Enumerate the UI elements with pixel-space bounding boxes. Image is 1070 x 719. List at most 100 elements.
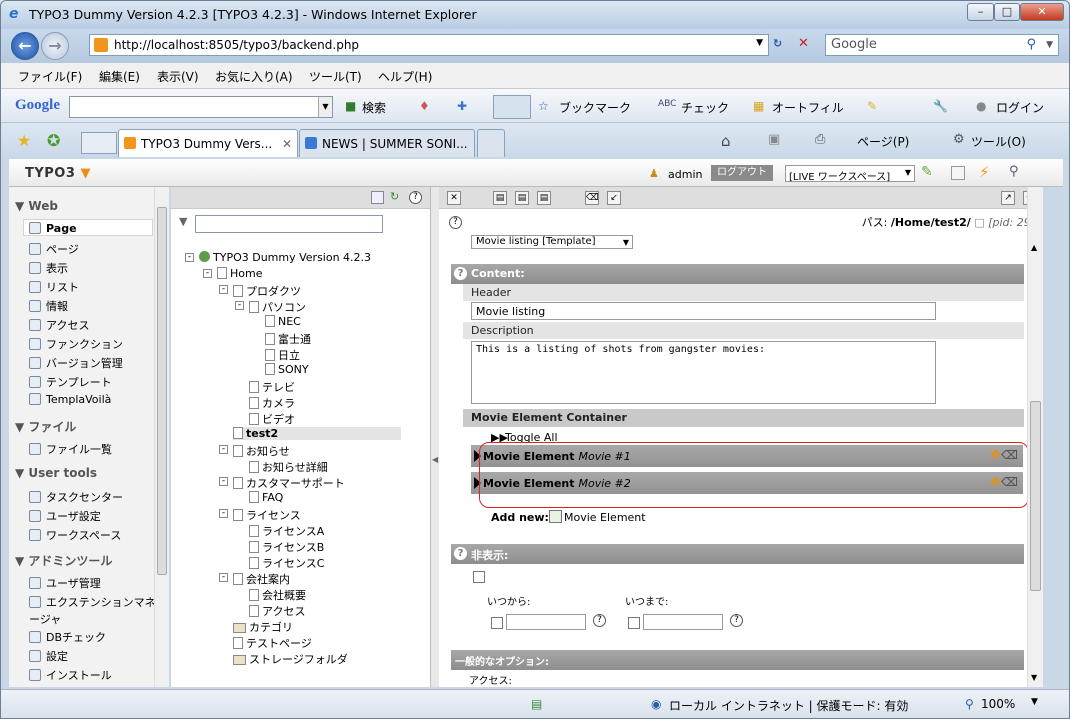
popup-blocker-icon[interactable]: ♦ xyxy=(419,99,430,113)
tab-close-icon[interactable]: ✕ xyxy=(282,137,292,151)
autofill-button[interactable]: オートフィル xyxy=(772,99,844,116)
back-button[interactable]: ← xyxy=(11,32,39,60)
highlighter-icon[interactable]: ✎ xyxy=(867,99,877,113)
tree-toggle-icon[interactable]: - xyxy=(185,253,194,262)
tree-filter-input[interactable] xyxy=(195,215,383,233)
bookmarks-button[interactable]: ブックマーク xyxy=(559,99,631,116)
forward-button[interactable]: → xyxy=(41,32,69,60)
module-user-admin[interactable]: ユーザ管理 xyxy=(29,575,101,591)
module-functions[interactable]: ファンクション xyxy=(29,336,123,352)
tree-node[interactable]: 会社案内 xyxy=(233,571,290,587)
menu-view[interactable]: 表示(V) xyxy=(157,68,199,85)
tree-node[interactable]: SONY xyxy=(265,363,309,376)
module-page[interactable]: Page xyxy=(29,222,77,235)
workspace-icon[interactable]: ✎ xyxy=(921,164,933,180)
tab-news[interactable]: NEWS | SUMMER SONI... xyxy=(299,129,475,157)
module-workspace[interactable]: ワークスペース xyxy=(29,527,121,543)
tree-node[interactable]: カテゴリ xyxy=(233,619,293,635)
module-taskcenter[interactable]: タスクセンター xyxy=(29,489,123,505)
add-movie-element-link[interactable]: Movie Element xyxy=(564,511,646,524)
tree-toggle-icon[interactable]: - xyxy=(219,573,228,582)
tree-toggle-icon[interactable]: - xyxy=(219,285,228,294)
endtime-input[interactable] xyxy=(643,614,723,630)
print-icon[interactable]: ⎙ xyxy=(815,132,825,147)
starttime-input[interactable] xyxy=(506,614,586,630)
module-info[interactable]: 情報 xyxy=(29,298,68,314)
send-to-button[interactable] xyxy=(493,95,531,119)
module-templavoila[interactable]: TemplaVoilà xyxy=(29,393,111,406)
wrench-icon[interactable]: 🔧 xyxy=(933,99,948,113)
section-file[interactable]: ▼ ファイル xyxy=(15,418,76,435)
tree-node[interactable]: 会社概要 xyxy=(249,587,306,603)
module-access[interactable]: アクセス xyxy=(29,317,89,333)
module-user-settings[interactable]: ユーザ設定 xyxy=(29,508,101,524)
menu-edit[interactable]: 編集(E) xyxy=(99,68,140,85)
tree-node[interactable]: ライセンスB xyxy=(249,539,324,555)
content-scrollbar[interactable]: ▲ ▼ xyxy=(1027,187,1043,687)
login-button[interactable]: ログイン xyxy=(996,99,1044,116)
quick-tabs-button[interactable] xyxy=(81,132,117,154)
tree-node[interactable]: FAQ xyxy=(249,491,283,504)
tree-toggle-icon[interactable]: - xyxy=(203,269,212,278)
minimize-button[interactable]: – xyxy=(967,3,994,21)
save-view-icon[interactable]: ▤ xyxy=(515,191,529,205)
feeds-icon[interactable]: ▣ xyxy=(768,132,780,147)
zoom-level[interactable]: 100% xyxy=(981,697,1015,711)
module-filelist[interactable]: ファイル一覧 xyxy=(29,441,112,457)
template-select[interactable]: Movie listing [Template] ▼ xyxy=(471,235,633,249)
google-dropdown-icon[interactable]: ▼ xyxy=(318,97,332,117)
workspace-select[interactable]: [LIVE ワークスペース] ▼ xyxy=(785,165,915,183)
clear-cache-icon[interactable]: ⚡ xyxy=(979,163,990,181)
save-icon[interactable]: ▤ xyxy=(493,191,507,205)
starttime-checkbox[interactable] xyxy=(491,617,503,629)
tree-node[interactable]: カスタマーサポート xyxy=(233,475,345,491)
favorites-star-icon[interactable]: ★ xyxy=(17,131,31,150)
maximize-button[interactable]: □ xyxy=(994,3,1020,21)
save-close-icon[interactable]: ▤ xyxy=(537,191,551,205)
tree-node[interactable]: Home xyxy=(217,267,262,280)
tree-node[interactable]: パソコン xyxy=(249,299,306,315)
header-input[interactable]: Movie listing xyxy=(471,302,936,320)
module-extension-manager[interactable]: エクステンションマネージャ xyxy=(29,594,157,628)
open-new-window-icon[interactable]: ↗ xyxy=(1001,191,1015,205)
menu-file[interactable]: ファイル(F) xyxy=(18,68,82,85)
url-dropdown-icon[interactable]: ▼ xyxy=(756,38,763,48)
tree-node[interactable]: お知らせ xyxy=(233,443,290,459)
plus-icon[interactable]: ✚ xyxy=(457,99,467,113)
description-textarea[interactable]: This is a listing of shots from gangster… xyxy=(471,341,936,404)
add-favorite-icon[interactable]: ✪ xyxy=(47,131,60,150)
menu-favorites[interactable]: お気に入り(A) xyxy=(215,68,293,85)
search-dropdown-icon[interactable]: ▼ xyxy=(1046,40,1053,50)
module-view[interactable]: 表示 xyxy=(29,260,68,276)
tree-node[interactable]: ビデオ xyxy=(249,411,295,427)
section-user-tools[interactable]: ▼ User tools xyxy=(15,466,97,480)
url-input[interactable]: http://localhost:8505/typo3/backend.php … xyxy=(89,34,769,56)
context-help-icon[interactable]: ? xyxy=(449,216,462,229)
tree-node[interactable]: テレビ xyxy=(249,379,295,395)
add-element-icon[interactable] xyxy=(549,510,562,523)
refresh-icon[interactable]: ↻ xyxy=(773,37,782,50)
google-search-button[interactable]: 検索 xyxy=(362,99,386,116)
close-doc-icon[interactable]: ✕ xyxy=(447,191,461,205)
tree-root[interactable]: TYPO3 Dummy Version 4.2.3 xyxy=(199,251,371,264)
module-dbcheck[interactable]: DBチェック xyxy=(29,629,106,645)
scroll-thumb[interactable] xyxy=(1030,401,1041,591)
refresh-tree-icon[interactable]: ↻ xyxy=(390,190,399,203)
search-input[interactable]: Google ⚲ ▼ xyxy=(825,34,1059,56)
page-menu[interactable]: ページ(P) xyxy=(857,133,909,150)
panel-splitter[interactable]: ◀ xyxy=(431,187,439,687)
delete-icon[interactable]: ⌫ xyxy=(585,191,599,205)
module-configuration[interactable]: 設定 xyxy=(29,648,68,664)
logout-button[interactable]: ログアウト xyxy=(711,165,773,181)
module-install[interactable]: インストール xyxy=(29,667,112,683)
tree-node[interactable]: ライセンス xyxy=(233,507,301,523)
zoom-dropdown-icon[interactable]: ▼ xyxy=(1031,697,1038,707)
section-web[interactable]: ▼ Web xyxy=(15,199,58,213)
tree-node[interactable]: NEC xyxy=(265,315,301,328)
menu-tools[interactable]: ツール(T) xyxy=(309,68,362,85)
tree-node[interactable]: ストレージフォルダ xyxy=(233,651,348,667)
tree-node[interactable]: アクセス xyxy=(249,603,305,619)
tree-node[interactable]: ライセンスA xyxy=(249,523,324,539)
tree-node[interactable]: 日立 xyxy=(265,347,300,363)
home-icon[interactable]: ⌂ xyxy=(721,132,731,150)
